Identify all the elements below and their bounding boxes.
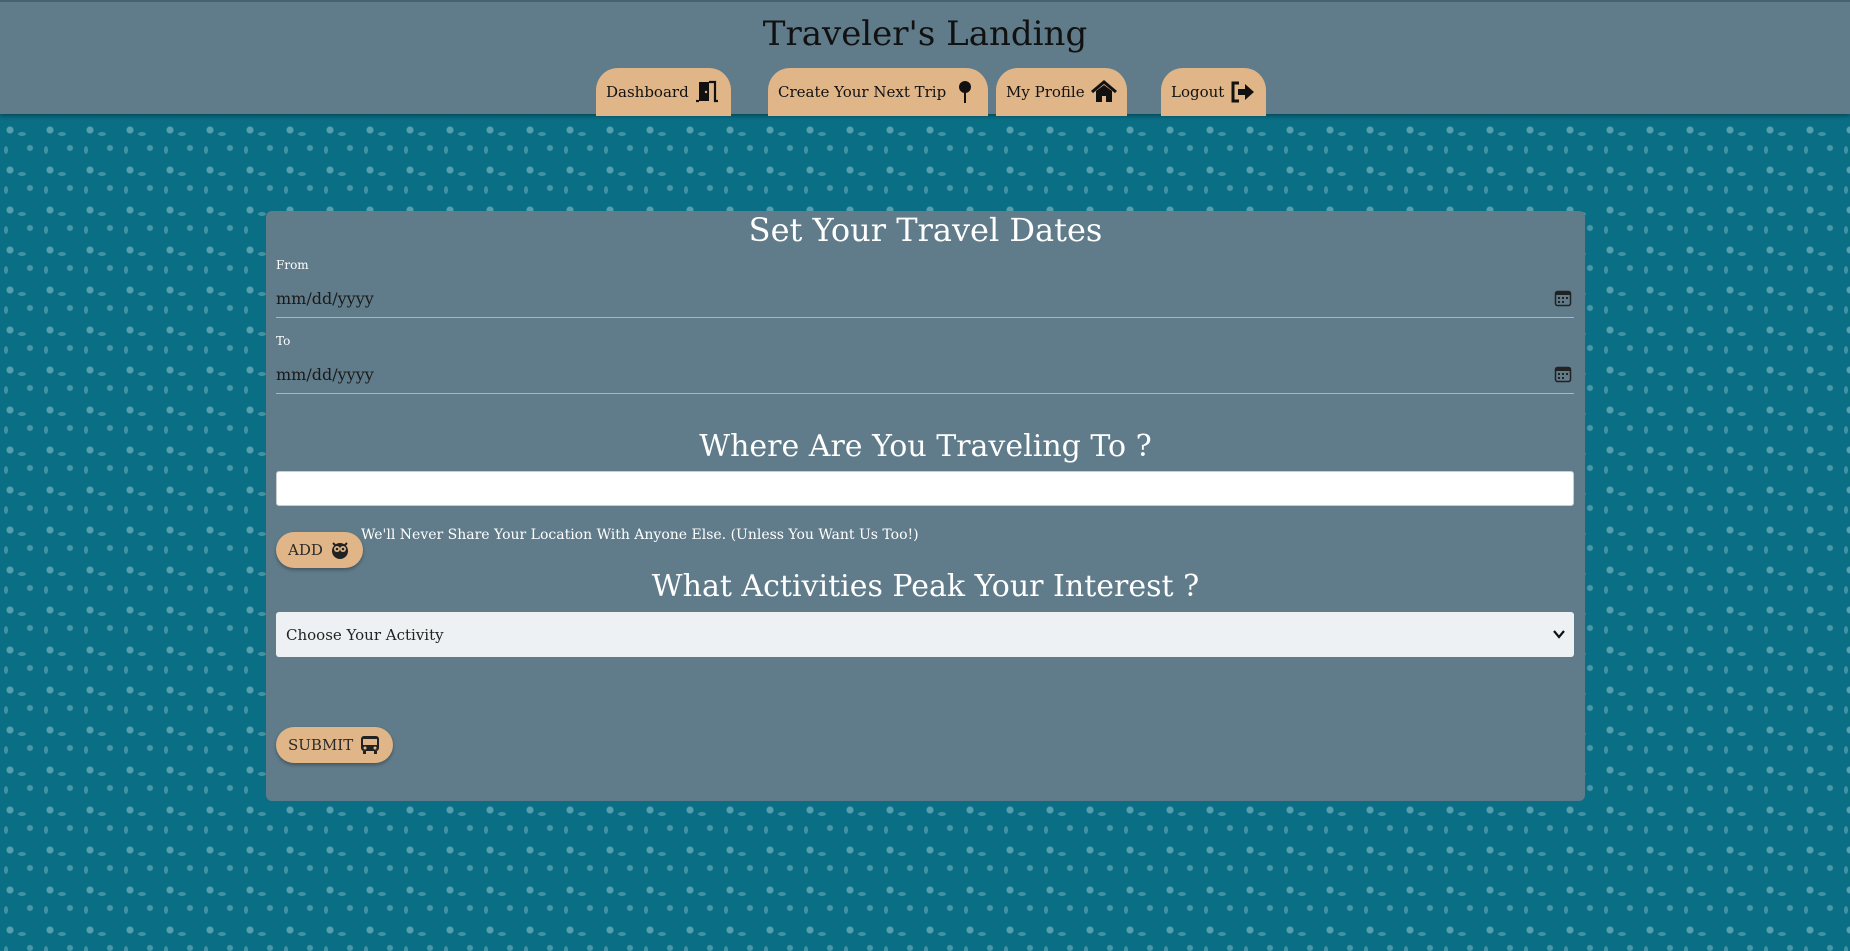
sign-out-icon	[1231, 81, 1255, 103]
destination-heading: Where Are You Traveling To ?	[699, 429, 1152, 464]
add-button-label: ADD	[288, 541, 323, 559]
nav-dashboard-label: Dashboard	[606, 83, 689, 101]
privacy-note: We'll Never Share Your Location With Any…	[361, 527, 919, 543]
submit-button-label: SUBMIT	[288, 736, 354, 754]
map-pin-icon	[959, 81, 972, 103]
destination-input[interactable]	[276, 471, 1574, 506]
nav-create-trip-label: Create Your Next Trip	[778, 83, 947, 101]
from-date-input[interactable]: mm/dd/yyyy	[276, 280, 1574, 318]
trip-form-card: Set Your Travel Dates From mm/dd/yyyy To…	[266, 211, 1585, 801]
to-date-input[interactable]: mm/dd/yyyy	[276, 356, 1574, 394]
bus-icon	[361, 736, 380, 754]
site-title: Traveler's Landing	[762, 14, 1088, 54]
dates-heading: Set Your Travel Dates	[748, 211, 1103, 249]
door-open-icon	[695, 80, 718, 103]
nav-my-profile[interactable]: My Profile	[996, 68, 1127, 116]
site-header: Traveler's Landing Dashboard Create Your…	[0, 0, 1850, 116]
from-label: From	[276, 258, 309, 272]
owl-icon	[331, 542, 348, 559]
nav-dashboard[interactable]: Dashboard	[596, 68, 731, 116]
calendar-icon[interactable]	[1554, 289, 1572, 307]
from-date-placeholder: mm/dd/yyyy	[276, 289, 374, 308]
nav-my-profile-label: My Profile	[1006, 83, 1085, 101]
to-date-placeholder: mm/dd/yyyy	[276, 365, 374, 384]
nav-logout[interactable]: Logout	[1161, 68, 1267, 116]
main-nav: Dashboard Create Your Next Trip My Profi…	[0, 68, 1850, 116]
home-icon	[1090, 80, 1117, 102]
to-label: To	[276, 334, 291, 348]
activity-select[interactable]: Choose Your Activity	[276, 612, 1574, 657]
submit-button[interactable]: SUBMIT	[276, 727, 394, 763]
chevron-down-icon	[1553, 630, 1565, 639]
add-button[interactable]: ADD	[276, 532, 363, 568]
nav-create-trip[interactable]: Create Your Next Trip	[768, 68, 989, 116]
calendar-icon[interactable]	[1554, 365, 1572, 383]
activities-heading: What Activities Peak Your Interest ?	[651, 569, 1200, 604]
activity-select-value: Choose Your Activity	[286, 625, 444, 644]
nav-logout-label: Logout	[1171, 83, 1225, 101]
